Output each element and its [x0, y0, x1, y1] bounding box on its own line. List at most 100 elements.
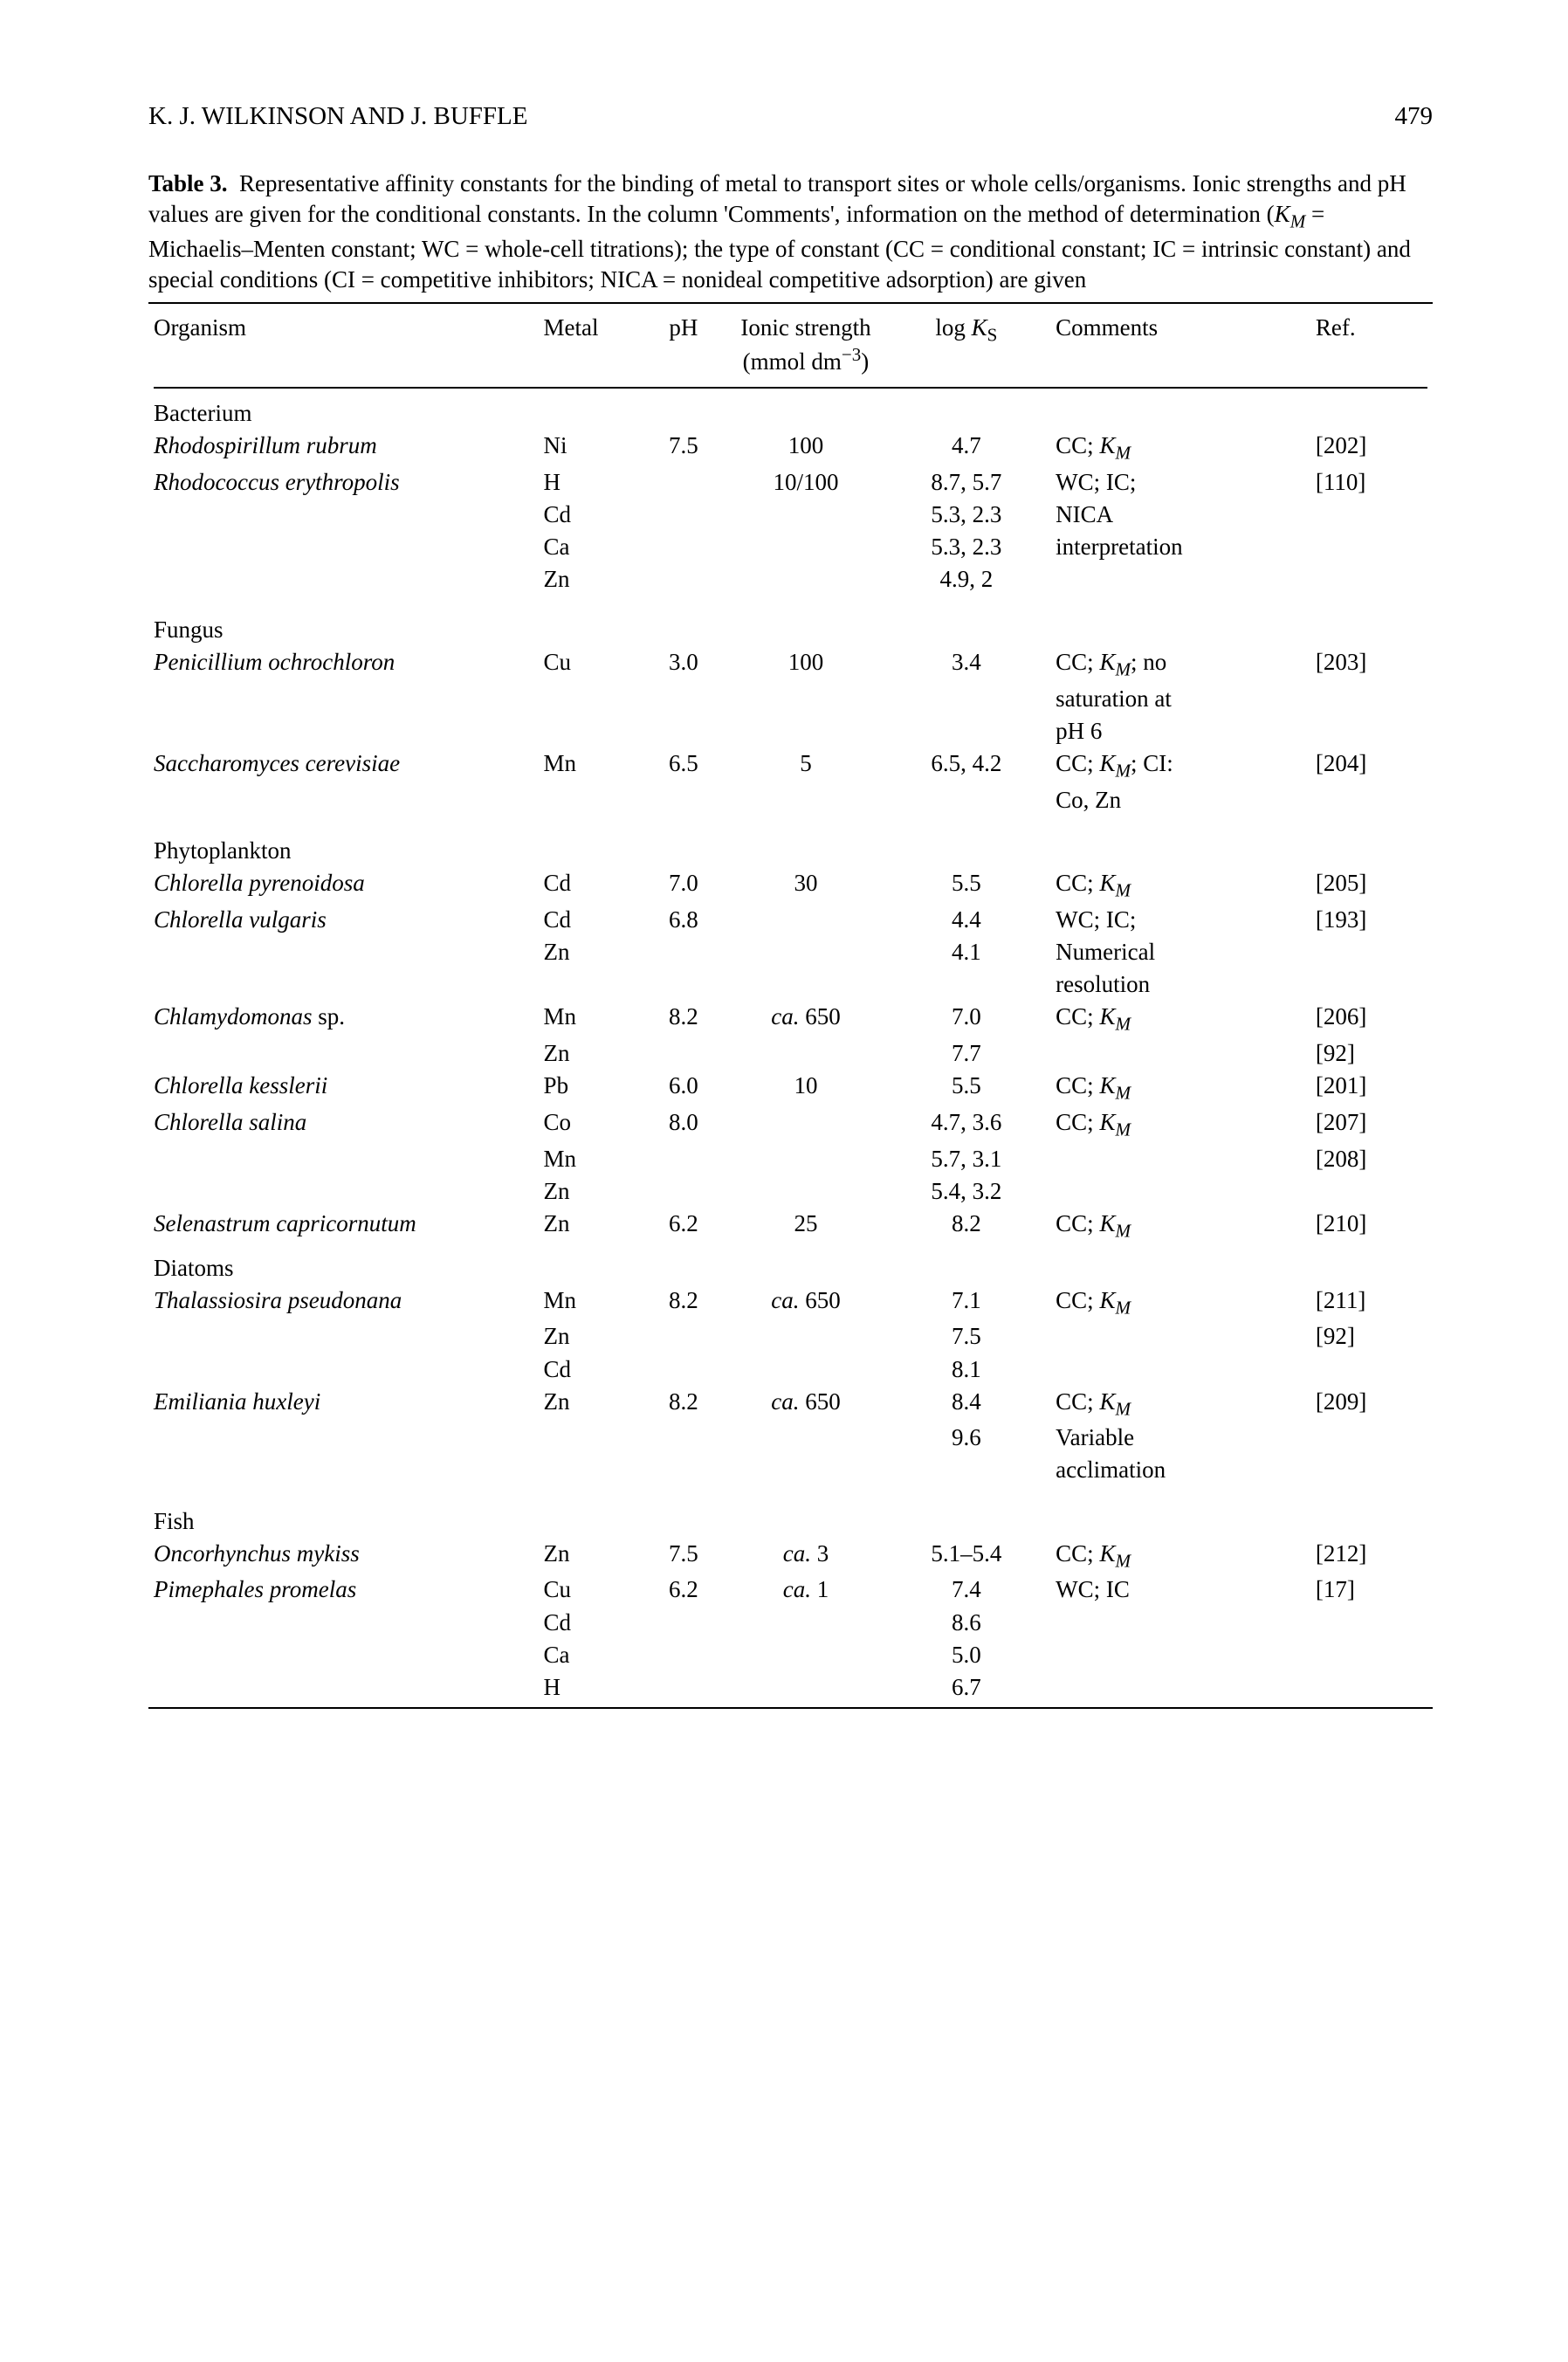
table-row: Ca5.0 [148, 1639, 1433, 1671]
comments-cell: CC; KM; CI: [1050, 747, 1310, 784]
metal-cell: H [539, 466, 638, 499]
table-row: Penicillium ochrochloron Cu 3.0 100 3.4 … [148, 646, 1433, 683]
col-logks: log KS [883, 307, 1051, 382]
ph-cell: 8.2 [637, 1001, 729, 1037]
section-bacterium: Bacterium [148, 393, 1433, 430]
comments-cell: Variable [1050, 1422, 1310, 1454]
logks-cell: 5.3, 2.3 [883, 531, 1051, 563]
ref-cell: [193] [1310, 904, 1433, 936]
metal-cell: Zn [539, 1386, 638, 1422]
ref-cell: [110] [1310, 466, 1433, 499]
table-row: resolution [148, 968, 1433, 1001]
organism-cell: Emiliania huxleyi [148, 1386, 539, 1422]
logks-cell: 8.1 [883, 1353, 1051, 1386]
section-fungus: Fungus [148, 596, 1433, 646]
organism-cell: Thalassiosira pseudonana [148, 1284, 539, 1321]
organism-cell: Selenastrum capricornutum [148, 1208, 539, 1244]
table-row: Zn5.4, 3.2 [148, 1175, 1433, 1208]
table-row: Selenastrum capricornutum Zn 6.2 25 8.2 … [148, 1208, 1433, 1244]
comments-cell: CC; KM [1050, 1001, 1310, 1037]
metal-cell: Ni [539, 430, 638, 466]
organism-cell: Chlamydomonas sp. [148, 1001, 539, 1037]
ph-cell: 6.2 [637, 1208, 729, 1244]
ref-cell: [204] [1310, 747, 1433, 784]
logks-cell: 7.5 [883, 1320, 1051, 1353]
ref-cell: [205] [1310, 867, 1433, 904]
ionic-cell: 100 [729, 430, 882, 466]
organism-cell: Chlorella salina [148, 1106, 539, 1143]
table-caption: Table 3. Representative affinity constan… [148, 169, 1433, 295]
col-ionic: Ionic strength (mmol dm−3) [729, 307, 882, 382]
comments-cell: resolution [1050, 968, 1310, 1001]
ph-cell: 8.0 [637, 1106, 729, 1143]
metal-cell: Ca [539, 1639, 638, 1671]
comments-cell: Co, Zn [1050, 784, 1310, 816]
comments-cell: CC; KM [1050, 1106, 1310, 1143]
organism-cell: Chlorella vulgaris [148, 904, 539, 936]
ph-cell: 6.2 [637, 1574, 729, 1606]
caption-text-1: Representative affinity constants for th… [148, 170, 1406, 227]
ionic-cell: ca. 3 [729, 1538, 882, 1574]
ref-cell: [208] [1310, 1143, 1433, 1175]
logks-cell: 5.5 [883, 867, 1051, 904]
table-row: Cd8.6 [148, 1607, 1433, 1639]
metal-cell: Zn [539, 1037, 638, 1070]
metal-cell: Cd [539, 499, 638, 531]
comments-cell: CC; KM [1050, 1538, 1310, 1574]
table-row: Mn 5.7, 3.1 [208] [148, 1143, 1433, 1175]
ref-cell: [202] [1310, 430, 1433, 466]
logks-cell: 7.7 [883, 1037, 1051, 1070]
logks-cell: 8.6 [883, 1607, 1051, 1639]
logks-cell: 5.1–5.4 [883, 1538, 1051, 1574]
ph-cell: 6.0 [637, 1070, 729, 1106]
authors: K. J. WILKINSON AND J. BUFFLE [148, 100, 528, 134]
comments-cell: acclimation [1050, 1454, 1310, 1486]
organism-cell: Rhodococcus erythropolis [148, 466, 539, 499]
logks-cell: 7.0 [883, 1001, 1051, 1037]
table-row: Cd8.1 [148, 1353, 1433, 1386]
ph-cell: 7.0 [637, 867, 729, 904]
comments-cell: NICA [1050, 499, 1310, 531]
organism-cell: Chlorella pyrenoidosa [148, 867, 539, 904]
metal-cell: Zn [539, 1538, 638, 1574]
ref-cell: [206] [1310, 1001, 1433, 1037]
table-row: Chlorella vulgaris Cd 6.8 4.4 WC; IC; [1… [148, 904, 1433, 936]
logks-cell: 7.4 [883, 1574, 1051, 1606]
ph-cell: 8.2 [637, 1284, 729, 1321]
table-row: Cd5.3, 2.3NICA [148, 499, 1433, 531]
logks-cell: 4.1 [883, 936, 1051, 968]
table-row: Chlorella kesslerii Pb 6.0 10 5.5 CC; KM… [148, 1070, 1433, 1106]
ref-cell: [210] [1310, 1208, 1433, 1244]
logks-cell: 6.5, 4.2 [883, 747, 1051, 784]
metal-cell: Cd [539, 867, 638, 904]
comments-cell: Numerical [1050, 936, 1310, 968]
ph-cell: 8.2 [637, 1386, 729, 1422]
ref-cell: [17] [1310, 1574, 1433, 1606]
organism-cell: Pimephales promelas [148, 1574, 539, 1606]
organism-cell: Rhodospirillum rubrum [148, 430, 539, 466]
logks-cell: 8.4 [883, 1386, 1051, 1422]
ref-cell: [203] [1310, 646, 1433, 683]
ref-cell: [92] [1310, 1037, 1433, 1070]
ionic-cell: ca. 650 [729, 1284, 882, 1321]
organism-cell: Saccharomyces cerevisiae [148, 747, 539, 784]
bottom-rule [148, 1707, 1433, 1709]
metal-cell: Cd [539, 904, 638, 936]
section-fish: Fish [148, 1487, 1433, 1538]
table-row: Chlorella salina Co 8.0 4.7, 3.6 CC; KM … [148, 1106, 1433, 1143]
organism-cell: Penicillium ochrochloron [148, 646, 539, 683]
section-label: Fungus [148, 596, 539, 646]
metal-cell: Zn [539, 1208, 638, 1244]
metal-cell: Mn [539, 1143, 638, 1175]
col-comments: Comments [1050, 307, 1310, 382]
comments-cell: WC; IC; [1050, 904, 1310, 936]
logks-cell: 5.7, 3.1 [883, 1143, 1051, 1175]
comments-cell: CC; KM [1050, 867, 1310, 904]
logks-cell: 5.4, 3.2 [883, 1175, 1051, 1208]
ionic-cell: ca. 650 [729, 1386, 882, 1422]
table-row: acclimation [148, 1454, 1433, 1486]
table-header-row: Organism Metal pH Ionic strength (mmol d… [148, 307, 1433, 382]
ionic-cell: ca. 1 [729, 1574, 882, 1606]
table-row: Ca5.3, 2.3interpretation [148, 531, 1433, 563]
comments-cell: saturation at [1050, 683, 1310, 715]
